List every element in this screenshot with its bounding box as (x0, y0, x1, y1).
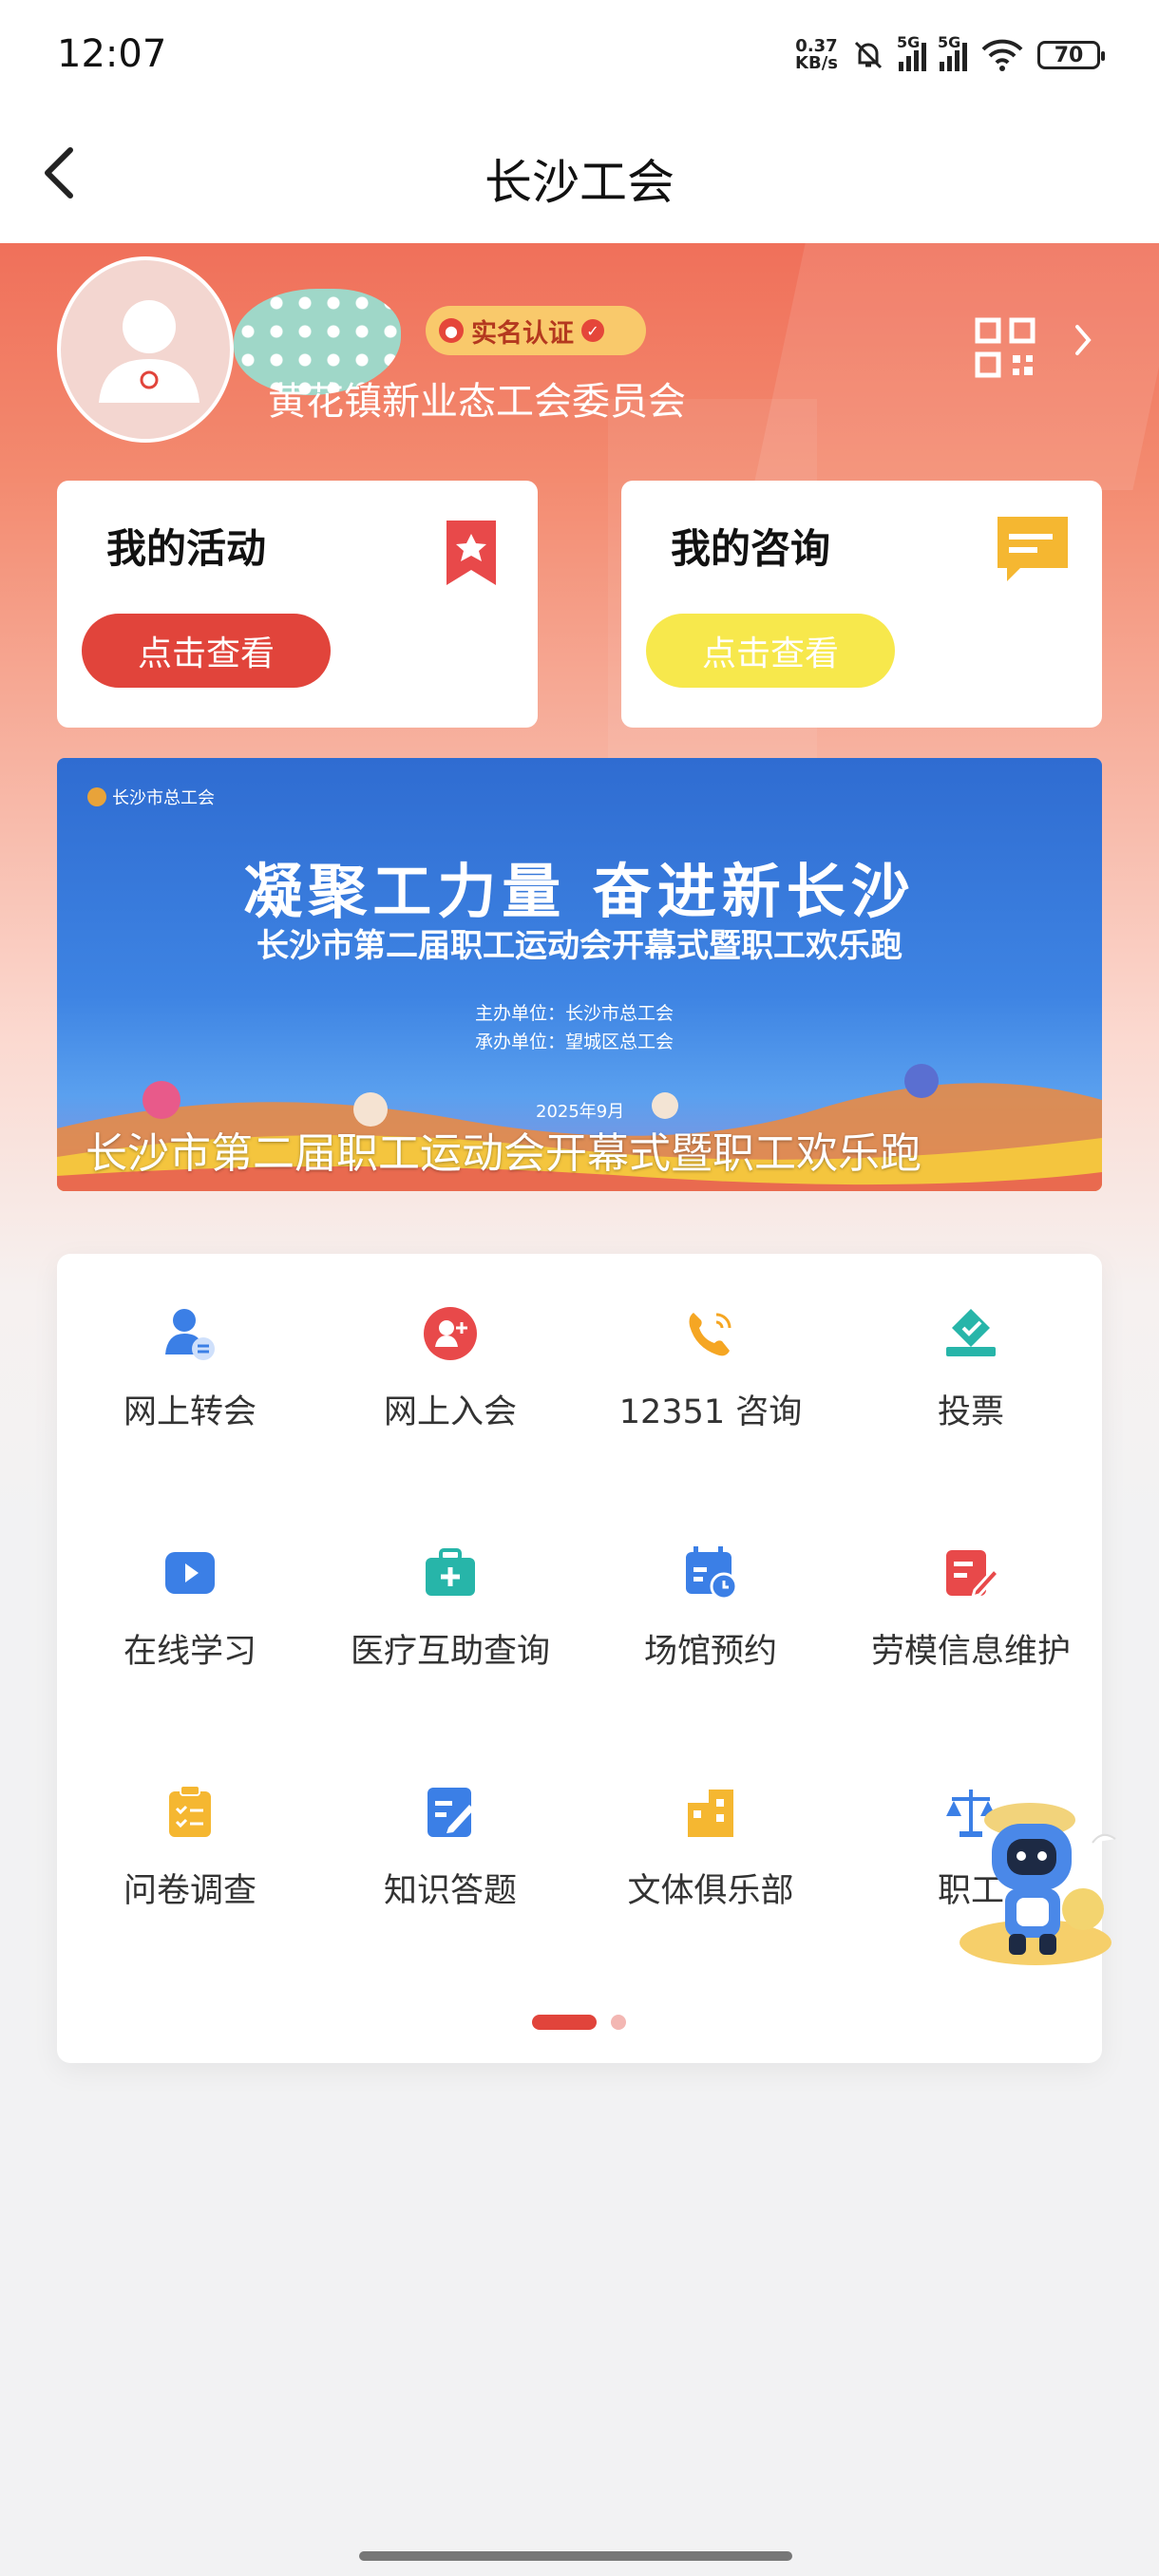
network-speed: 0.37 KB/s (795, 36, 838, 73)
org-name: 黄花镇新业态工会委员会 (268, 380, 686, 424)
grid-item-consult[interactable]: 12351 咨询 (587, 1282, 834, 1444)
mute-bell-icon (854, 41, 883, 69)
signal-1-icon: 5G (897, 33, 926, 71)
view-activities-button[interactable]: 点击查看 (82, 614, 331, 688)
grid-item-transfer[interactable]: 网上转会 (66, 1282, 314, 1444)
grid-item-club[interactable]: 文体俱乐部 (587, 1761, 834, 1923)
robot-assistant-icon[interactable] (931, 1786, 1121, 1976)
medical-kit-icon (426, 1548, 475, 1596)
union-logo-icon (87, 787, 106, 806)
view-consultations-button[interactable]: 点击查看 (646, 614, 895, 688)
profile-chevron-icon[interactable] (1072, 321, 1094, 369)
check-icon: ✓ (581, 319, 604, 342)
page-title: 长沙工会 (484, 155, 674, 210)
card-title: 我的咨询 (671, 525, 831, 572)
banner-slogan: 凝聚工力量 奋进新长沙 (243, 857, 916, 926)
my-consultations-card[interactable]: 我的咨询 点击查看 (621, 481, 1102, 728)
note-edit-icon (428, 1788, 474, 1837)
status-bar: 12:07 0.37 KB/s 5G 5G 70 (0, 0, 1159, 114)
nav-bar: 长沙工会 (0, 114, 1159, 243)
qr-code-icon[interactable] (975, 317, 1036, 378)
transfer-user-icon (165, 1309, 215, 1360)
play-icon (165, 1552, 215, 1594)
join-user-icon (424, 1307, 477, 1360)
avatar[interactable] (57, 256, 234, 443)
grid-item-join[interactable]: 网上入会 (327, 1282, 574, 1444)
signal-2-icon: 5G (938, 33, 967, 71)
banner-org: 长沙市总工会 (87, 785, 215, 809)
edit-doc-icon (946, 1550, 1001, 1600)
grid-item-vote[interactable]: 投票 (847, 1282, 1094, 1444)
building-icon (688, 1790, 733, 1837)
vote-icon (946, 1309, 996, 1356)
grid-item-learning[interactable]: 在线学习 (66, 1522, 314, 1683)
user-avatar-icon (99, 300, 200, 403)
status-icons: 0.37 KB/s 5G 5G 70 (795, 33, 1105, 76)
banner-caption: 长沙市第二届职工运动会开幕式暨职工欢乐跑 (86, 1129, 922, 1178)
battery-icon: 70 (1037, 41, 1105, 69)
verified-badge: ● 实名认证 ✓ (426, 306, 646, 355)
banner-organizers: 主办单位：长沙市总工会 承办单位：望城区总工会 (475, 1003, 674, 1052)
banner-subtitle: 长沙市第二届职工运动会开幕式暨职工欢乐跑 (256, 927, 902, 965)
home-indicator[interactable] (359, 2551, 792, 2561)
clipboard-icon (169, 1785, 211, 1837)
grid-item-quiz[interactable]: 知识答题 (327, 1761, 574, 1923)
grid-item-survey[interactable]: 问卷调查 (66, 1761, 314, 1923)
chat-bubble-icon (998, 517, 1068, 581)
bookmark-star-icon (446, 521, 496, 585)
grid-item-venue[interactable]: 场馆预约 (587, 1522, 834, 1683)
card-title: 我的活动 (106, 525, 267, 572)
my-activities-card[interactable]: 我的活动 点击查看 (57, 481, 538, 728)
status-time: 12:07 (57, 32, 167, 76)
wifi-icon (981, 39, 1023, 71)
grid-item-medical[interactable]: 医疗互助查询 (327, 1522, 574, 1683)
event-banner[interactable]: 长沙市总工会 凝聚工力量 奋进新长沙 长沙市第二届职工运动会开幕式暨职工欢乐跑 … (57, 758, 1102, 1191)
calendar-icon (686, 1546, 738, 1601)
page-indicator (532, 2015, 626, 2030)
user-icon: ● (439, 318, 464, 343)
grid-item-model-worker[interactable]: 劳模信息维护 (847, 1522, 1094, 1683)
phone-icon (689, 1313, 732, 1356)
